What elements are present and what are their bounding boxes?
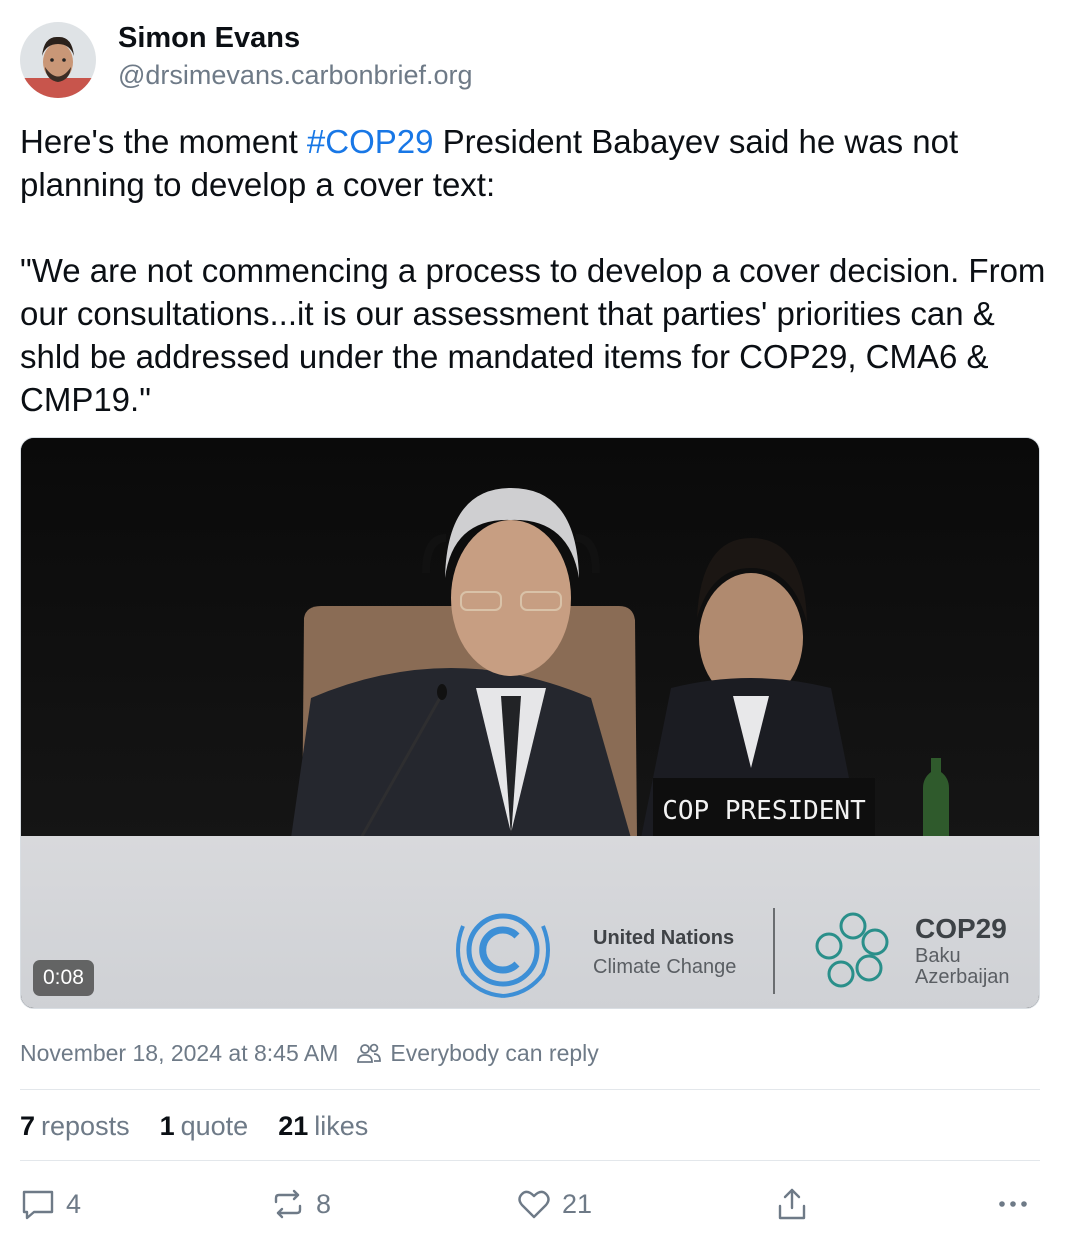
reply-icon — [20, 1186, 56, 1222]
post-actions: 4 8 21 — [20, 1182, 1040, 1226]
quotes-count: 1 — [159, 1110, 175, 1141]
video-duration: 0:08 — [33, 960, 94, 996]
un-line1: United Nations — [593, 927, 734, 949]
post-timestamp[interactable]: November 18, 2024 at 8:45 AM — [20, 1040, 338, 1067]
reply-count: 4 — [66, 1188, 82, 1219]
post-text-intro: Here's the moment — [20, 123, 307, 160]
author-handle[interactable]: @drsimevans.carbonbrief.org — [118, 57, 473, 93]
reply-setting: Everybody can reply — [390, 1039, 599, 1066]
quotes-stat[interactable]: 1 quote — [160, 1111, 249, 1142]
like-icon — [516, 1186, 552, 1222]
author-display-name[interactable]: Simon Evans — [118, 19, 473, 57]
repost-button[interactable]: 8 — [270, 1182, 331, 1226]
like-count: 21 — [562, 1188, 593, 1219]
hashtag-link[interactable]: #COP29 — [307, 123, 434, 160]
like-button[interactable]: 21 — [516, 1182, 592, 1226]
share-icon — [774, 1186, 810, 1222]
reposts-label: reposts — [41, 1110, 130, 1141]
divider-bottom — [20, 1160, 1040, 1161]
reposts-count: 7 — [20, 1110, 36, 1141]
reply-button[interactable]: 4 — [20, 1182, 81, 1226]
avatar[interactable] — [20, 22, 96, 98]
more-options-button[interactable] — [995, 1182, 1031, 1226]
post-meta: November 18, 2024 at 8:45 AM Everybody c… — [20, 1038, 599, 1068]
un-line2: Climate Change — [593, 956, 736, 978]
divider-top — [20, 1089, 1040, 1090]
cop29-country: Azerbaijan — [915, 966, 1010, 988]
post-text-body: President Babayev said he was not planni… — [20, 123, 1046, 418]
cop-president-nameplate: COP PRESIDENT — [662, 796, 866, 826]
share-button[interactable] — [774, 1182, 810, 1226]
video-player[interactable]: COP PRESIDENT United Nations Climate Cha… — [20, 437, 1040, 1009]
people-icon — [356, 1042, 382, 1064]
likes-label: likes — [314, 1110, 369, 1141]
cop29-title: COP29 — [915, 913, 1007, 944]
reposts-stat[interactable]: 7 reposts — [20, 1111, 130, 1142]
likes-stat[interactable]: 21 likes — [278, 1111, 368, 1142]
post-text: Here's the moment #COP29 President Babay… — [20, 120, 1050, 421]
video-frame: COP PRESIDENT United Nations Climate Cha… — [21, 438, 1039, 1008]
repost-count: 8 — [316, 1188, 332, 1219]
cop29-city: Baku — [915, 945, 961, 967]
post-author[interactable]: Simon Evans @drsimevans.carbonbrief.org — [20, 22, 473, 98]
quotes-label: quote — [180, 1110, 249, 1141]
likes-count: 21 — [278, 1110, 309, 1141]
repost-icon — [270, 1186, 306, 1222]
more-icon — [995, 1186, 1031, 1222]
post-stats: 7 reposts 1 quote 21 likes — [20, 1108, 398, 1144]
